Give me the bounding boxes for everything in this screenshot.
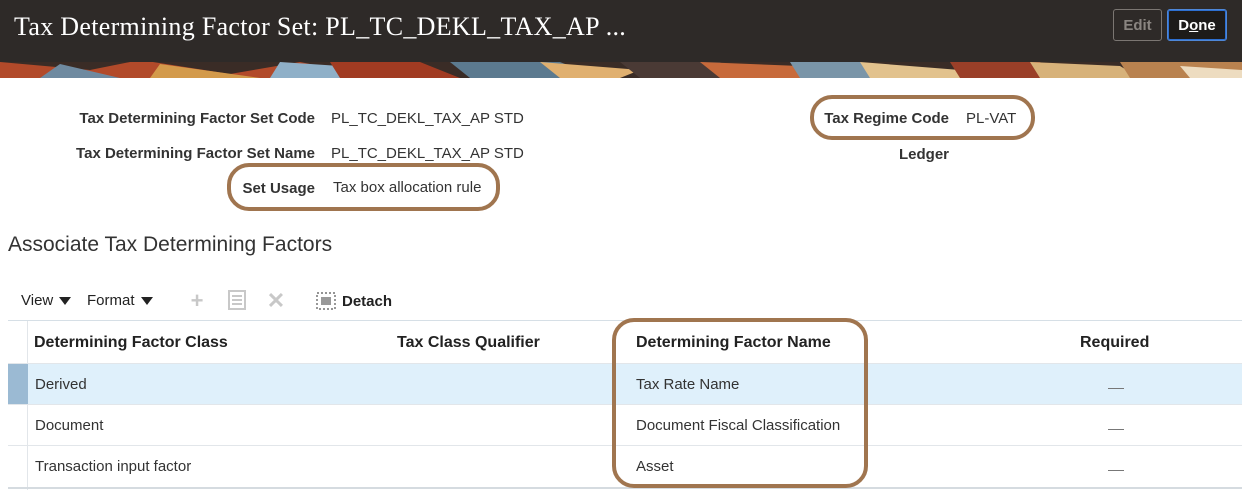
page-header: Tax Determining Factor Set: PL_TC_DEKL_T… — [0, 0, 1242, 78]
required-dash — [1108, 470, 1124, 471]
set-name-label: Tax Determining Factor Set Name — [76, 145, 315, 162]
cell-factor-class: Transaction input factor — [35, 458, 192, 475]
cell-factor-class: Document — [35, 417, 104, 434]
ledger-label: Ledger — [898, 146, 949, 163]
set-code-label: Tax Determining Factor Set Code — [79, 110, 315, 127]
set-code-value: PL_TC_DEKL_TAX_AP STD — [331, 110, 524, 127]
done-label-mnemonic: o — [1189, 16, 1199, 34]
col-tax-class-qualifier[interactable]: Tax Class Qualifier — [397, 334, 540, 352]
required-dash — [1108, 388, 1124, 389]
page-title: Tax Determining Factor Set: PL_TC_DEKL_T… — [14, 12, 627, 41]
edit-row-icon[interactable] — [226, 290, 248, 312]
chevron-down-icon — [59, 296, 72, 305]
factor-name-highlight — [612, 318, 868, 488]
view-menu[interactable]: View — [21, 292, 72, 309]
view-menu-label: View — [21, 292, 54, 309]
required-dash — [1108, 429, 1124, 430]
section-title: Associate Tax Determining Factors — [8, 233, 333, 256]
col-factor-class[interactable]: Determining Factor Class — [34, 334, 228, 352]
done-label-prefix: D — [1178, 16, 1190, 34]
format-menu-label: Format — [87, 292, 135, 309]
regime-code-highlight — [810, 95, 1035, 140]
row-selector[interactable] — [8, 364, 28, 405]
row-selector[interactable] — [8, 405, 28, 446]
done-label-suffix: ne — [1198, 16, 1216, 34]
format-menu[interactable]: Format — [87, 292, 153, 309]
delete-icon[interactable]: ✕ — [265, 290, 287, 312]
edit-button[interactable]: Edit — [1113, 9, 1162, 41]
table-bottom-border — [8, 487, 1242, 489]
add-icon[interactable]: + — [186, 290, 208, 312]
chevron-down-icon — [140, 296, 153, 305]
set-usage-highlight — [227, 163, 500, 211]
row-selector[interactable] — [8, 446, 28, 487]
done-button[interactable]: Do ne — [1167, 9, 1227, 41]
detach-button[interactable]: Detach — [316, 292, 392, 310]
detach-label: Detach — [342, 292, 393, 310]
cell-factor-class: Derived — [35, 376, 87, 393]
col-required[interactable]: Required — [1080, 334, 1149, 352]
set-name-value: PL_TC_DEKL_TAX_AP STD — [331, 145, 524, 162]
detach-icon — [316, 292, 336, 310]
